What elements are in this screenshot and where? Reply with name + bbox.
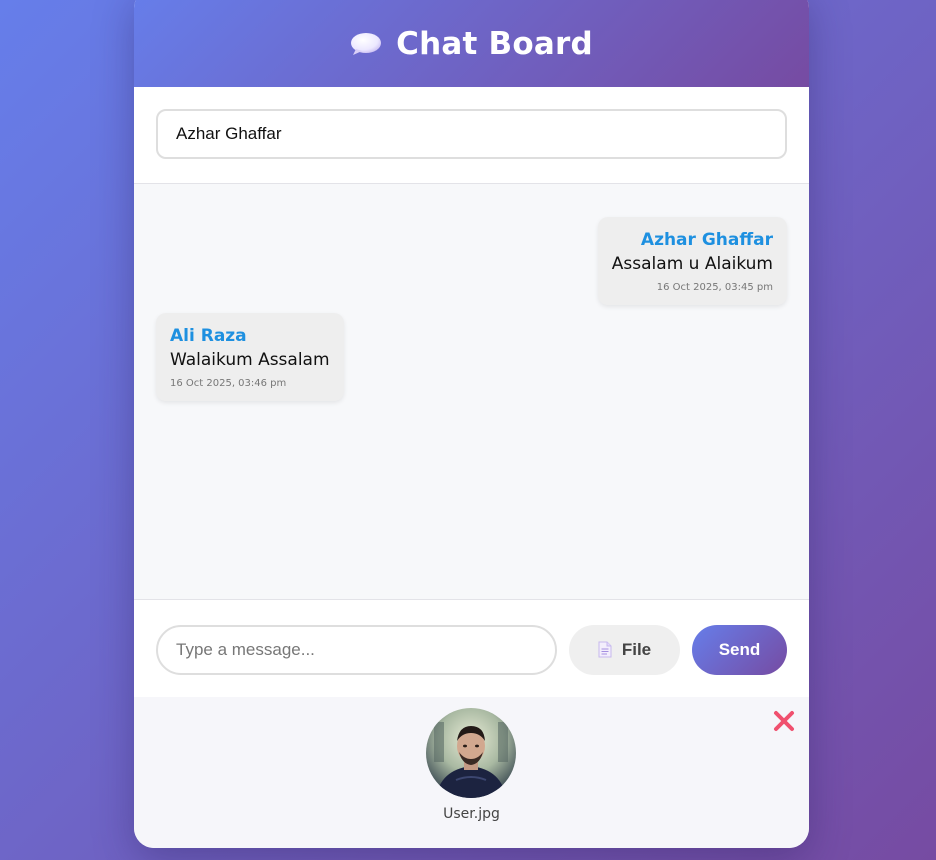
message-input[interactable]	[156, 624, 557, 675]
message-text: Assalam u Alaikum	[611, 254, 773, 274]
message-timestamp: 16 Oct 2025, 03:45 pm	[656, 282, 773, 293]
attachment-preview: User.jpg	[134, 697, 809, 848]
file-button-label: File	[621, 639, 652, 659]
send-button[interactable]: Send	[692, 624, 787, 675]
name-section	[134, 87, 809, 184]
message-sender: Azhar Ghaffar	[640, 230, 773, 250]
file-button[interactable]: File	[569, 624, 680, 675]
chat-card: Chat Board Azhar Ghaffar Assalam u Alaik…	[134, 0, 809, 848]
attachment-thumbnail	[426, 708, 516, 798]
username-input[interactable]	[156, 109, 787, 159]
message-list: Azhar Ghaffar Assalam u Alaikum 16 Oct 2…	[134, 184, 809, 600]
speech-bubble-icon	[350, 32, 382, 56]
message-timestamp: 16 Oct 2025, 03:46 pm	[170, 378, 287, 389]
header-title-group: Chat Board	[350, 20, 593, 62]
chat-header: Chat Board	[134, 0, 809, 87]
message-sender: Ali Raza	[170, 326, 247, 346]
message-bubble: Azhar Ghaffar Assalam u Alaikum 16 Oct 2…	[597, 217, 787, 305]
document-icon	[598, 641, 612, 658]
message-bubble: Ali Raza Walaikum Assalam 16 Oct 2025, 0…	[156, 313, 344, 401]
page-title: Chat Board	[396, 25, 593, 62]
close-icon[interactable]	[773, 710, 795, 732]
message-composer: File Send	[134, 600, 809, 697]
attachment-file-name: User.jpg	[443, 806, 500, 822]
message-text: Walaikum Assalam	[170, 350, 330, 370]
